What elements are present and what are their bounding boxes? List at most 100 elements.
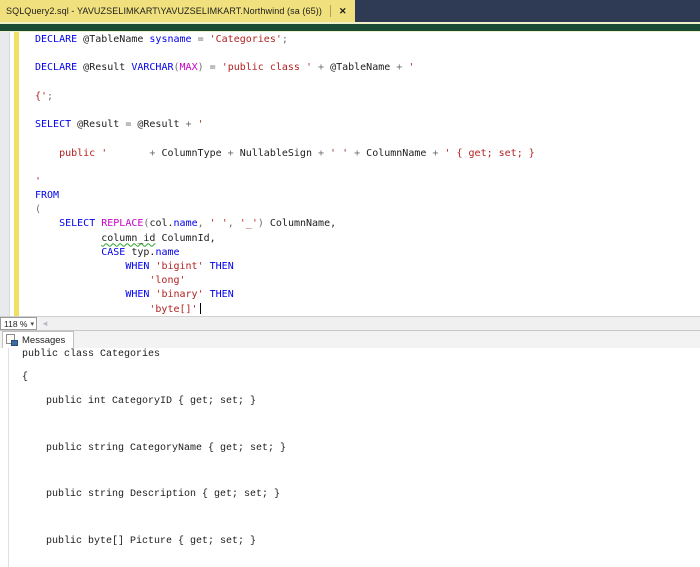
code-token: NullableSign xyxy=(239,147,318,159)
code-line[interactable]: ' xyxy=(35,175,700,189)
code-line[interactable]: 'byte[]' xyxy=(35,302,700,316)
code-token: + xyxy=(318,147,331,159)
code-line[interactable]: WHEN 'bigint' THEN xyxy=(35,260,700,274)
code-token: ( xyxy=(35,204,42,216)
tab-separator xyxy=(329,5,331,17)
code-line[interactable] xyxy=(35,47,700,61)
code-token: SELECT xyxy=(35,119,72,131)
code-token: FROM xyxy=(35,190,60,202)
code-token: 'binary' xyxy=(155,289,204,301)
code-token: + xyxy=(107,147,162,159)
code-line[interactable]: FROM xyxy=(35,189,700,203)
code-token: name xyxy=(155,246,180,258)
code-token: name xyxy=(173,218,198,230)
code-token: {' xyxy=(35,90,48,102)
code-token: col. xyxy=(149,218,174,230)
code-line[interactable] xyxy=(35,132,700,146)
code-token: @TableName xyxy=(330,62,391,74)
code-token: MAX xyxy=(179,62,198,74)
code-line[interactable]: SELECT REPLACE(col.name, ' ', '_') Colum… xyxy=(35,217,700,231)
code-token: SELECT xyxy=(59,218,96,230)
code-token: ' ' xyxy=(330,147,349,159)
code-token: + xyxy=(312,62,331,74)
code-token: @TableName xyxy=(77,34,150,45)
tab-accent-strip xyxy=(0,22,700,32)
code-token: 'Categories' xyxy=(209,34,282,45)
messages-text: public class Categories { public int Cat… xyxy=(22,349,287,548)
code-token: 'long' xyxy=(149,275,186,287)
code-token: '_' xyxy=(239,218,258,230)
code-token: ColumnName xyxy=(366,147,427,159)
code-token: @Result xyxy=(77,62,132,74)
code-line[interactable]: public ' + ColumnType + NullableSign + '… xyxy=(35,147,700,161)
code-token: 'public class ' xyxy=(221,62,312,74)
code-line[interactable]: DECLARE @TableName sysname = 'Categories… xyxy=(35,33,700,47)
code-token: sysname xyxy=(149,34,192,45)
code-token: = xyxy=(191,34,210,45)
code-token: + xyxy=(348,147,367,159)
code-token: ; xyxy=(281,34,288,45)
code-token: DECLARE xyxy=(35,34,78,45)
code-token: + xyxy=(185,119,198,131)
code-token: VARCHAR xyxy=(131,62,174,74)
code-token: ' xyxy=(408,62,415,74)
code-token: column_id xyxy=(101,232,156,244)
sql-editor[interactable]: DECLARE @TableName sysname = 'Categories… xyxy=(0,32,700,316)
code-line[interactable]: DECLARE @Result VARCHAR(MAX) = 'public c… xyxy=(35,61,700,75)
code-line[interactable]: 'long' xyxy=(35,274,700,288)
chevron-down-icon: ▾ xyxy=(30,320,34,328)
code-token: THEN xyxy=(209,261,234,272)
code-token: ' { get; set; } xyxy=(444,147,535,159)
code-line[interactable] xyxy=(35,161,700,175)
zoom-level-value: 118 % xyxy=(4,318,28,329)
code-line[interactable]: {'; xyxy=(35,90,700,104)
document-tab-title: SQLQuery2.sql - YAVUZSELIMKART\YAVUZSELI… xyxy=(6,6,322,16)
close-icon[interactable]: ✕ xyxy=(337,6,349,17)
scroll-left-arrow-icon[interactable]: ◄ xyxy=(39,319,49,328)
indicator-margin xyxy=(0,32,10,316)
code-line[interactable]: CASE typ.name xyxy=(35,246,700,260)
document-tab[interactable]: SQLQuery2.sql - YAVUZSELIMKART\YAVUZSELI… xyxy=(0,0,356,22)
code-token: + xyxy=(227,147,240,159)
editor-status-row: 118 % ▾ ◄ xyxy=(0,316,700,330)
code-token: ' ' xyxy=(209,218,228,230)
horizontal-scrollbar[interactable]: ◄ xyxy=(39,317,700,330)
code-line[interactable] xyxy=(35,76,700,90)
messages-icon xyxy=(6,334,18,346)
code-token: 'byte[]' xyxy=(149,303,198,315)
code-line[interactable]: column_id ColumnId, xyxy=(35,232,700,246)
code-token: ColumnId, xyxy=(155,232,216,244)
messages-output[interactable]: public class Categories { public int Cat… xyxy=(8,348,700,567)
code-token: ; xyxy=(47,90,54,102)
code-token: WHEN xyxy=(125,289,150,301)
editor-zoom-combo[interactable]: 118 % ▾ xyxy=(0,317,37,330)
code-token: , xyxy=(197,218,210,230)
tab-messages[interactable]: Messages xyxy=(2,331,75,348)
code-token: ColumnType xyxy=(161,147,228,159)
code-token: public ' xyxy=(35,147,108,159)
code-token: CASE xyxy=(101,246,126,258)
document-tab-bar: SQLQuery2.sql - YAVUZSELIMKART\YAVUZSELI… xyxy=(0,0,700,22)
code-line[interactable]: ( xyxy=(35,203,700,217)
code-token: ' xyxy=(197,119,204,131)
text-caret xyxy=(199,302,201,314)
code-token: = xyxy=(125,119,138,131)
code-token: typ. xyxy=(125,246,156,258)
code-line[interactable]: WHEN 'binary' THEN xyxy=(35,288,700,302)
code-token: @Result xyxy=(137,119,186,131)
messages-tab-label: Messages xyxy=(22,334,66,346)
code-token: WHEN xyxy=(125,261,150,272)
code-line[interactable]: SELECT @Result = @Result + ' xyxy=(35,118,700,132)
code-token: ' xyxy=(35,175,42,187)
code-area[interactable]: DECLARE @TableName sysname = 'Categories… xyxy=(19,32,700,316)
code-line[interactable] xyxy=(35,104,700,118)
code-token: + xyxy=(426,147,445,159)
code-token: @Result xyxy=(71,119,126,131)
code-token: THEN xyxy=(209,289,234,301)
code-token: , xyxy=(227,218,240,230)
